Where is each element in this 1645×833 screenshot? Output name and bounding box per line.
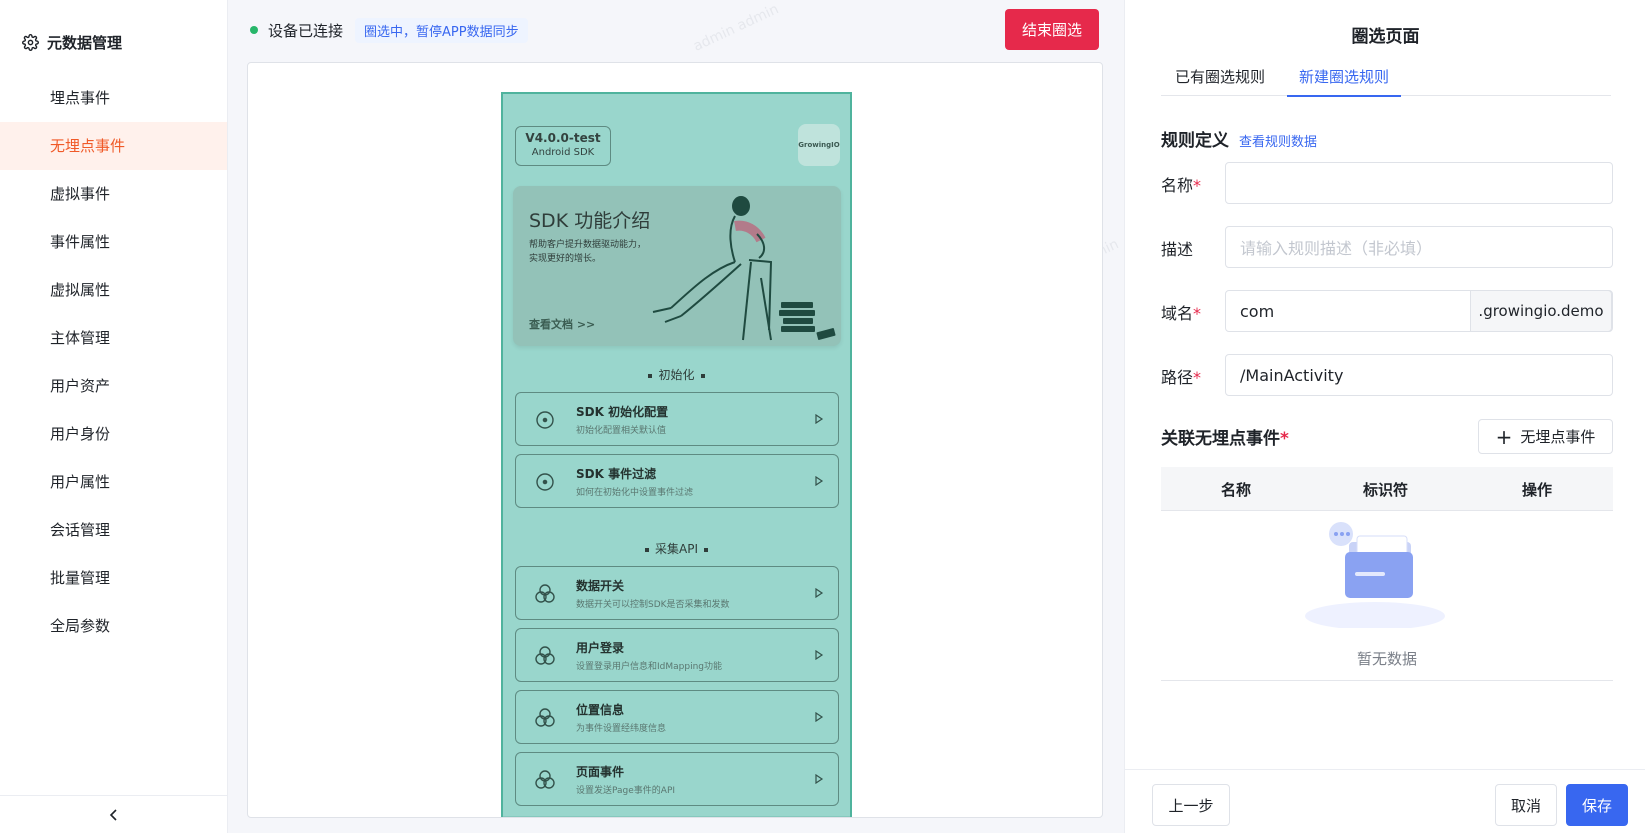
list-item[interactable]: 数据开关 数据开关可以控制SDK是否采集和发数 (515, 566, 839, 620)
domain-input[interactable]: com .growingio.demo (1225, 290, 1613, 332)
circle-page-panel: 圈选页面 已有圈选规则 新建圈选规则 规则定义 查看规则数据 名称* 描述 请输… (1124, 0, 1645, 833)
events-table-header: 名称 标识符 操作 (1161, 467, 1613, 511)
gear-icon (22, 34, 39, 51)
play-arrow-icon (815, 588, 824, 598)
phone-bottom-bar (503, 816, 850, 817)
sidebar-title: 元数据管理 (22, 32, 122, 53)
sidebar-item-global-params[interactable]: 全局参数 (0, 602, 227, 650)
column-identifier: 标识符 (1363, 481, 1409, 499)
path-input[interactable]: /MainActivity (1225, 354, 1613, 396)
domain-label: 域名* (1161, 304, 1202, 323)
view-rule-data-link[interactable]: 查看规则数据 (1239, 131, 1317, 150)
section-api-header: 采集API (503, 540, 850, 557)
sidebar-item-virtual-properties[interactable]: 虚拟属性 (0, 266, 227, 314)
platform-text: Android SDK (531, 147, 595, 158)
phone-screen[interactable]: V4.0.0-test Android SDK GrowingIO SDK 功能… (501, 92, 852, 817)
section-init-header: 初始化 (503, 366, 850, 383)
panel-title: 圈选页面 (1351, 27, 1420, 47)
circling-status-tag: 圈选中，暂停APP数据同步 (355, 17, 528, 43)
sidebar-item-autotrack-events[interactable]: 无埋点事件 (0, 122, 227, 170)
hero-banner[interactable]: SDK 功能介绍 帮助客户提升数据驱动能力，实现更好的增长。 查看文档 >> (513, 186, 841, 346)
connected-dot-icon (250, 26, 258, 34)
tab-new-rule[interactable]: 新建圈选规则 (1286, 66, 1402, 97)
version-text: V4.0.0-test (525, 131, 601, 145)
circles-icon (535, 646, 555, 665)
end-circling-button[interactable]: 结束圈选 (1005, 9, 1099, 50)
rule-definition-title: 规则定义 查看规则数据 (1161, 131, 1318, 151)
connection-status: 设备已连接 圈选中，暂停APP数据同步 (250, 17, 528, 43)
sidebar-item-user-identity[interactable]: 用户身份 (0, 410, 227, 458)
path-label: 路径* (1161, 368, 1202, 387)
reading-person-illustration (652, 196, 836, 341)
version-badge: V4.0.0-test Android SDK (515, 126, 611, 166)
prev-step-button[interactable]: 上一步 (1152, 784, 1230, 826)
growingio-logo: GrowingIO (798, 124, 840, 166)
sidebar-item-entity-management[interactable]: 主体管理 (0, 314, 227, 362)
empty-folder-icon (1305, 522, 1445, 628)
list-item[interactable]: 页面事件 设置发送Page事件的API (515, 752, 839, 806)
sidebar-item-tracked-events[interactable]: 埋点事件 (0, 74, 227, 122)
play-arrow-icon (815, 774, 824, 784)
tab-existing-rules[interactable]: 已有圈选规则 (1175, 66, 1265, 96)
sidebar: 元数据管理 埋点事件 无埋点事件 虚拟事件 事件属性 虚拟属性 主体管理 用户资… (0, 0, 228, 833)
name-input[interactable] (1225, 162, 1613, 204)
sidebar-item-user-properties[interactable]: 用户属性 (0, 458, 227, 506)
sidebar-item-session-management[interactable]: 会话管理 (0, 506, 227, 554)
sidebar-nav: 埋点事件 无埋点事件 虚拟事件 事件属性 虚拟属性 主体管理 用户资产 用户身份… (0, 74, 227, 650)
sidebar-title-text: 元数据管理 (47, 34, 123, 52)
hero-desc: 帮助客户提升数据驱动能力，实现更好的增长。 (529, 240, 647, 264)
desc-input[interactable]: 请输入规则描述（非必填） (1225, 226, 1613, 268)
domain-value: com (1240, 301, 1275, 321)
play-arrow-icon (815, 650, 824, 660)
list-item[interactable]: SDK 事件过滤 如何在初始化中设置事件过滤 (515, 454, 839, 508)
connected-text: 设备已连接 (268, 21, 344, 40)
play-arrow-icon (815, 476, 824, 486)
rule-tabs: 已有圈选规则 新建圈选规则 (1161, 66, 1611, 97)
hero-doc-link[interactable]: 查看文档 >> (529, 316, 595, 332)
add-autotrack-event-button[interactable]: + 无埋点事件 (1478, 419, 1613, 454)
watermark: admin admin (690, 1, 782, 55)
device-canvas: V4.0.0-test Android SDK GrowingIO SDK 功能… (247, 62, 1103, 818)
list-item[interactable]: SDK 初始化配置 初始化配置相关默认值 (515, 392, 839, 446)
chevron-left-icon (109, 808, 117, 821)
desc-label: 描述 (1161, 240, 1194, 259)
list-item[interactable]: 位置信息 为事件设置经纬度信息 (515, 690, 839, 744)
sidebar-item-batch-management[interactable]: 批量管理 (0, 554, 227, 602)
sidebar-item-event-properties[interactable]: 事件属性 (0, 218, 227, 266)
table-divider (1161, 680, 1613, 681)
plus-icon: + (1495, 424, 1513, 449)
associated-events-title: 关联无埋点事件* (1161, 429, 1289, 449)
save-button[interactable]: 保存 (1566, 784, 1628, 826)
empty-state-text: 暂无数据 (1356, 650, 1417, 668)
sidebar-collapse-button[interactable] (0, 795, 227, 833)
column-name: 名称 (1221, 481, 1252, 499)
circles-icon (535, 770, 555, 789)
list-item[interactable]: 用户登录 设置登录用户信息和IdMapping功能 (515, 628, 839, 682)
sidebar-item-virtual-events[interactable]: 虚拟事件 (0, 170, 227, 218)
cancel-button[interactable]: 取消 (1495, 784, 1557, 826)
circles-icon (535, 584, 555, 603)
panel-footer: 上一步 取消 保存 (1125, 769, 1645, 833)
domain-suffix: .growingio.demo (1470, 290, 1612, 332)
name-label: 名称* (1161, 176, 1202, 195)
circles-icon (535, 708, 555, 727)
target-icon (536, 411, 554, 429)
sidebar-item-user-assets[interactable]: 用户资产 (0, 362, 227, 410)
play-arrow-icon (815, 712, 824, 722)
play-arrow-icon (815, 414, 824, 424)
column-actions: 操作 (1522, 481, 1553, 499)
target-icon (536, 473, 554, 491)
